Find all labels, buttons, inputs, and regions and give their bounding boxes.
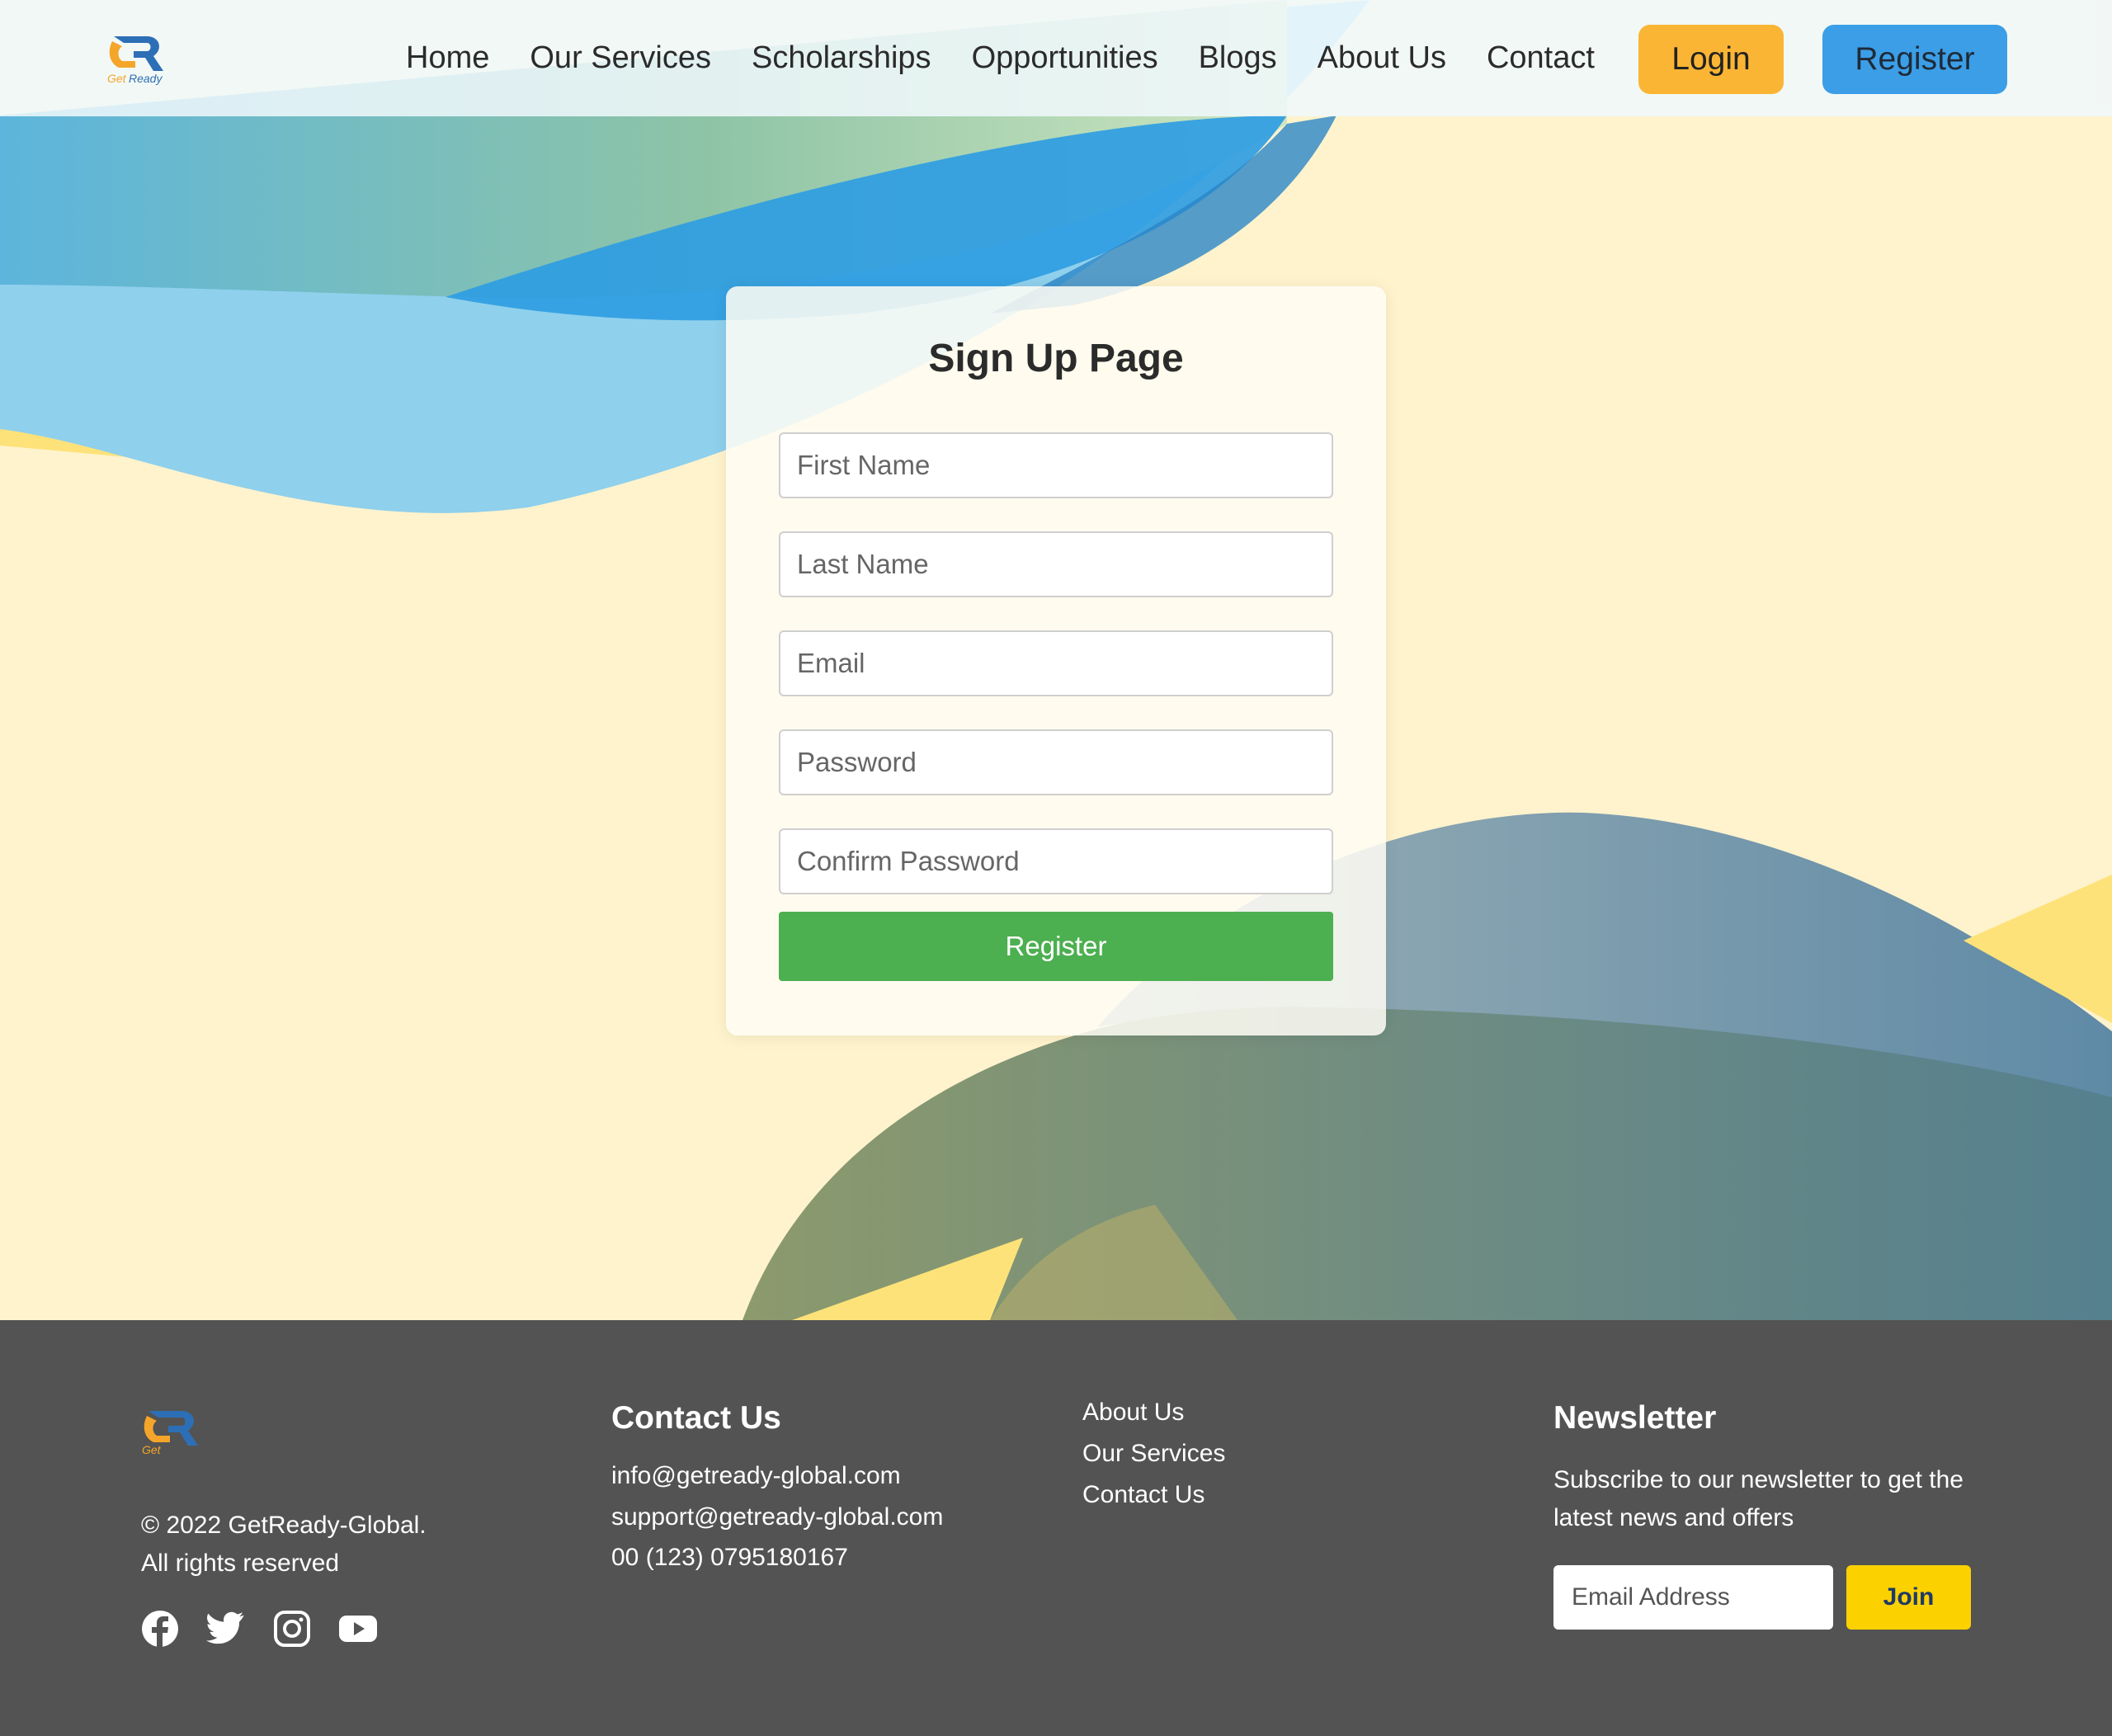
svg-text:Ready: Ready bbox=[129, 72, 163, 85]
signup-card: Sign Up Page Register bbox=[726, 286, 1386, 1035]
facebook-icon[interactable] bbox=[140, 1609, 180, 1649]
instagram-icon[interactable] bbox=[272, 1609, 312, 1649]
newsletter-text-line-2: latest news and offers bbox=[1553, 1504, 1794, 1531]
youtube-icon[interactable] bbox=[338, 1609, 378, 1649]
footer-link-contact-us[interactable]: Contact Us bbox=[1082, 1481, 1204, 1509]
last-name-field[interactable] bbox=[779, 531, 1333, 597]
site-header: Get Ready Home Our Services Scholarships… bbox=[0, 0, 2112, 116]
newsletter-email-input[interactable] bbox=[1553, 1565, 1833, 1630]
confirm-password-field[interactable] bbox=[779, 828, 1333, 894]
register-submit-button[interactable]: Register bbox=[779, 912, 1333, 981]
newsletter-join-button[interactable]: Join bbox=[1846, 1565, 1971, 1630]
nav-our-services[interactable]: Our Services bbox=[530, 40, 711, 76]
contact-email-info[interactable]: info@getready-global.com bbox=[611, 1462, 901, 1490]
twitter-icon[interactable] bbox=[206, 1609, 246, 1649]
copyright-line-2: All rights reserved bbox=[141, 1550, 340, 1577]
footer-link-about-us[interactable]: About Us bbox=[1082, 1399, 1184, 1427]
newsletter-heading: Newsletter bbox=[1553, 1400, 1717, 1436]
password-field[interactable] bbox=[779, 729, 1333, 795]
getready-footer-logo-icon: Get bbox=[142, 1411, 198, 1456]
nav-contact[interactable]: Contact bbox=[1487, 40, 1595, 76]
contact-phone[interactable]: 00 (123) 0795180167 bbox=[611, 1544, 848, 1572]
page-title: Sign Up Page bbox=[928, 337, 1184, 380]
newsletter-text-line-1: Subscribe to our newsletter to get the bbox=[1553, 1466, 1964, 1493]
site-footer: Get © 2022 GetReady-Global. All rights r… bbox=[0, 1320, 2112, 1736]
main-nav: Home Our Services Scholarships Opportuni… bbox=[406, 0, 1635, 116]
copyright-line-1: © 2022 GetReady-Global. bbox=[141, 1512, 427, 1539]
login-button[interactable]: Login bbox=[1638, 25, 1784, 94]
getready-logo-icon[interactable]: Get Ready bbox=[106, 30, 172, 86]
contact-email-support[interactable]: support@getready-global.com bbox=[611, 1503, 943, 1531]
email-field[interactable] bbox=[779, 630, 1333, 696]
svg-text:Get: Get bbox=[142, 1443, 162, 1456]
nav-scholarships[interactable]: Scholarships bbox=[752, 40, 931, 76]
contact-heading: Contact Us bbox=[611, 1400, 781, 1436]
nav-about-us[interactable]: About Us bbox=[1318, 40, 1446, 76]
svg-text:Get: Get bbox=[107, 72, 127, 85]
copyright-text: © 2022 GetReady-Global. All rights reser… bbox=[141, 1507, 488, 1583]
first-name-field[interactable] bbox=[779, 432, 1333, 498]
register-nav-button[interactable]: Register bbox=[1822, 25, 2007, 94]
nav-home[interactable]: Home bbox=[406, 40, 489, 76]
social-links bbox=[140, 1609, 404, 1649]
nav-blogs[interactable]: Blogs bbox=[1199, 40, 1277, 76]
footer-link-our-services[interactable]: Our Services bbox=[1082, 1440, 1225, 1468]
nav-opportunities[interactable]: Opportunities bbox=[972, 40, 1158, 76]
